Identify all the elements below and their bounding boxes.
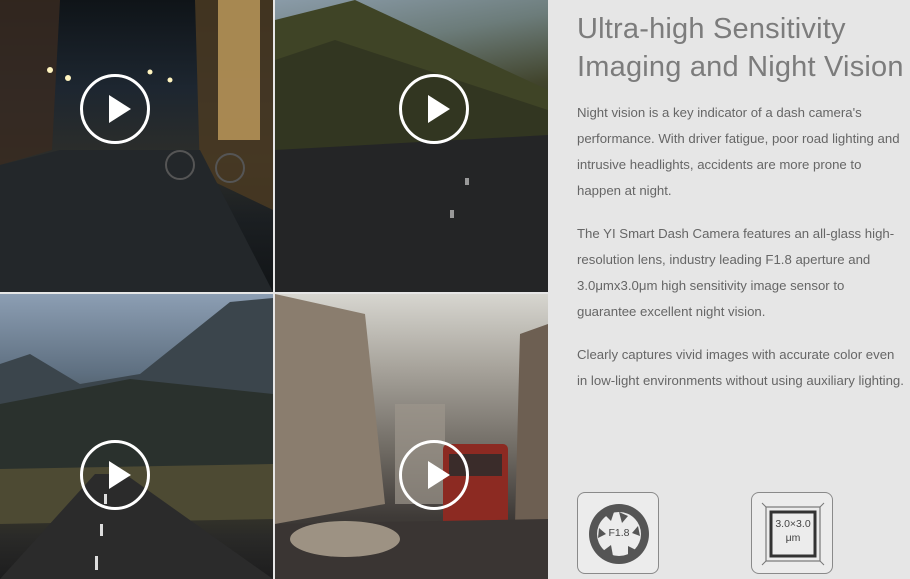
play-icon [428, 95, 450, 123]
mountain-road-scene [0, 298, 273, 579]
section-heading: Ultra-high Sensitivity Imaging and Night… [577, 13, 904, 83]
sensor-size-label: 3.0×3.0 [775, 518, 811, 530]
play-button[interactable] [399, 74, 469, 144]
video-tile-mountain-road[interactable] [0, 294, 273, 579]
sensor-unit-label: μm [785, 532, 801, 544]
spec-sensor: 3.0×3.0 μm [751, 492, 833, 574]
play-button[interactable] [399, 440, 469, 510]
play-icon [109, 95, 131, 123]
video-grid [0, 0, 548, 579]
play-button[interactable] [80, 440, 150, 510]
video-tile-night-street[interactable] [0, 0, 273, 292]
play-icon [428, 461, 450, 489]
video-tile-hillside-road[interactable] [275, 0, 548, 292]
city-street-scene [275, 294, 548, 579]
paragraph-color-capture: Clearly captures vivid images with accur… [577, 347, 904, 388]
paragraph-night-vision: Night vision is a key indicator of a das… [577, 105, 900, 198]
play-button[interactable] [80, 74, 150, 144]
aperture-label: F1.8 [608, 527, 630, 539]
paragraph-lens-sensor: The YI Smart Dash Camera features an all… [577, 226, 895, 319]
hillside-road-scene [275, 0, 548, 292]
night-street-scene [0, 0, 273, 292]
video-tile-city-street[interactable] [275, 294, 548, 579]
spec-aperture: F1.8 [577, 492, 659, 574]
play-icon [109, 461, 131, 489]
